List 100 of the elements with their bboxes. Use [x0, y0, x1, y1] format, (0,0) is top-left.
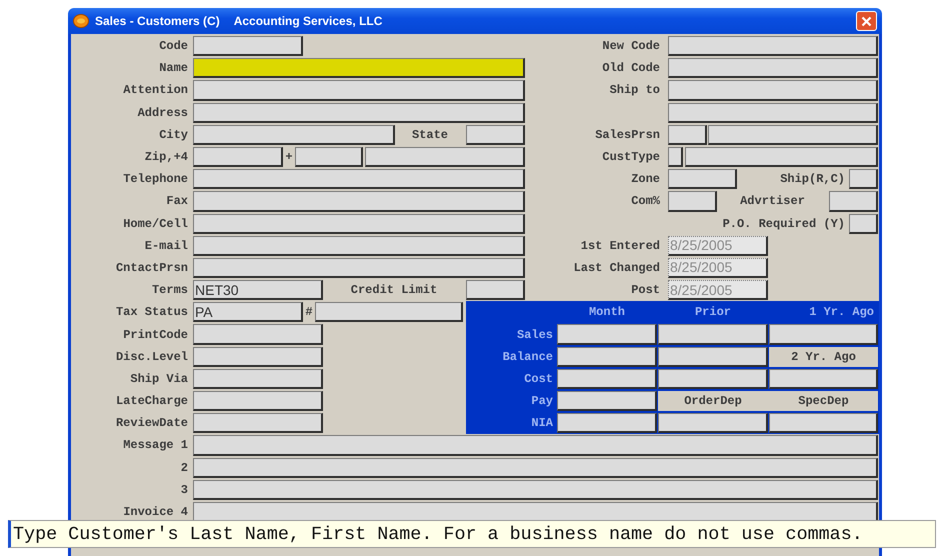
text-field[interactable] [193, 146, 283, 168]
text-field[interactable] [668, 146, 683, 168]
text-field[interactable] [193, 80, 525, 101]
field-label: Ship(R,C) [779, 171, 845, 188]
text-field[interactable] [193, 458, 878, 478]
app-icon [73, 14, 89, 28]
text-field[interactable] [668, 124, 707, 145]
text-field[interactable] [769, 413, 878, 434]
text-field[interactable] [295, 146, 363, 168]
text-field[interactable] [668, 58, 878, 78]
row-label: NIA [530, 415, 553, 432]
field-label: Name [158, 60, 188, 78]
close-button[interactable] [856, 11, 877, 31]
text-field[interactable] [685, 146, 878, 168]
text-field[interactable] [557, 368, 657, 389]
text-field[interactable] [193, 58, 525, 78]
field-label: Zone [630, 171, 660, 188]
text-field[interactable] [193, 214, 525, 234]
row-label: Pay [530, 393, 553, 410]
field-label: P.O. Required (Y) [722, 216, 845, 233]
field-label: + [285, 149, 293, 166]
field-label: 2 Yr. Ago [769, 346, 878, 367]
text-field[interactable] [193, 413, 323, 434]
hint-tooltip: Type Customer's Last Name, First Name. For a business name do not use commas. [8, 520, 936, 548]
field-label: Invoice 4 [122, 504, 188, 522]
text-field[interactable] [658, 368, 768, 389]
field-label: Old Code [601, 60, 660, 78]
text-field[interactable] [193, 191, 525, 212]
field-label: Ship to [608, 82, 660, 100]
field-label: Message 1 [122, 437, 188, 454]
field-label: 3 [180, 482, 188, 499]
close-icon [861, 16, 872, 26]
field-label: Terms [150, 282, 188, 300]
text-field[interactable] [193, 324, 323, 345]
text-field[interactable] [193, 258, 525, 278]
text-field[interactable] [193, 502, 878, 522]
text-field[interactable] [769, 324, 878, 345]
text-field[interactable] [193, 36, 303, 56]
company-name: Accounting Services, LLC [234, 14, 382, 28]
text-field[interactable] [193, 480, 878, 500]
text-field[interactable] [658, 346, 768, 367]
field-label: Ship Via [129, 370, 188, 388]
field-label: CntactPrsn [114, 260, 188, 277]
row-label: Cost [523, 370, 553, 388]
text-field[interactable] [193, 124, 395, 145]
text-field[interactable] [193, 169, 525, 190]
text-field[interactable] [658, 324, 768, 345]
text-field[interactable] [658, 413, 768, 434]
text-field[interactable] [668, 80, 878, 101]
text-field[interactable] [466, 280, 525, 300]
text-field[interactable] [557, 346, 657, 367]
text-field[interactable] [365, 146, 525, 168]
text-field[interactable]: PA [193, 302, 303, 322]
column-header: Prior [694, 304, 732, 322]
row-label: Balance [502, 348, 553, 366]
field-label: # [305, 304, 313, 322]
text-field[interactable] [769, 368, 878, 389]
text-field[interactable] [557, 413, 657, 434]
field-label: ReviewDate [114, 415, 188, 432]
text-field[interactable] [557, 391, 657, 412]
field-label: New Code [601, 38, 660, 56]
text-field[interactable] [193, 236, 525, 256]
field-label: Com% [630, 193, 660, 210]
field-label: E-mail [144, 238, 188, 255]
text-field[interactable] [849, 169, 878, 190]
text-field[interactable] [315, 302, 463, 322]
text-field[interactable] [193, 102, 525, 123]
field-label: Code [158, 38, 188, 56]
text-field[interactable] [668, 169, 737, 190]
field-label: Disc.Level [114, 348, 188, 366]
text-field[interactable] [668, 36, 878, 56]
column-header: Month [588, 304, 626, 322]
column-header: 1 Yr. Ago [808, 304, 875, 322]
field-label: Fax [165, 193, 188, 210]
field-label: 2 [180, 460, 188, 477]
field-label: Attention [122, 82, 188, 100]
field-label: Post [630, 282, 660, 300]
field-label: LateCharge [114, 393, 188, 410]
window-title: Sales - Customers (C) [95, 14, 220, 28]
field-label: Home/Cell [122, 216, 188, 233]
field-label: Telephone [122, 171, 188, 188]
text-field[interactable] [668, 102, 878, 123]
row-label: Sales [516, 326, 553, 344]
text-field[interactable] [193, 346, 323, 367]
field-label: Address [136, 104, 188, 122]
text-field[interactable] [557, 324, 657, 345]
field-label: Advrtiser [739, 193, 806, 210]
text-field[interactable] [193, 435, 878, 456]
text-field[interactable] [193, 368, 323, 389]
text-field[interactable] [193, 391, 323, 412]
field-label: City [158, 126, 188, 144]
field-label: Tax Status [114, 304, 188, 322]
text-field[interactable] [466, 124, 525, 145]
field-label: PrintCode [122, 326, 188, 344]
text-field[interactable] [849, 214, 878, 234]
text-field[interactable] [668, 191, 717, 212]
text-field[interactable] [829, 191, 878, 212]
text-field[interactable] [708, 124, 878, 145]
text-field[interactable]: NET30 [193, 280, 323, 300]
field-label: 1st Entered [580, 238, 660, 255]
